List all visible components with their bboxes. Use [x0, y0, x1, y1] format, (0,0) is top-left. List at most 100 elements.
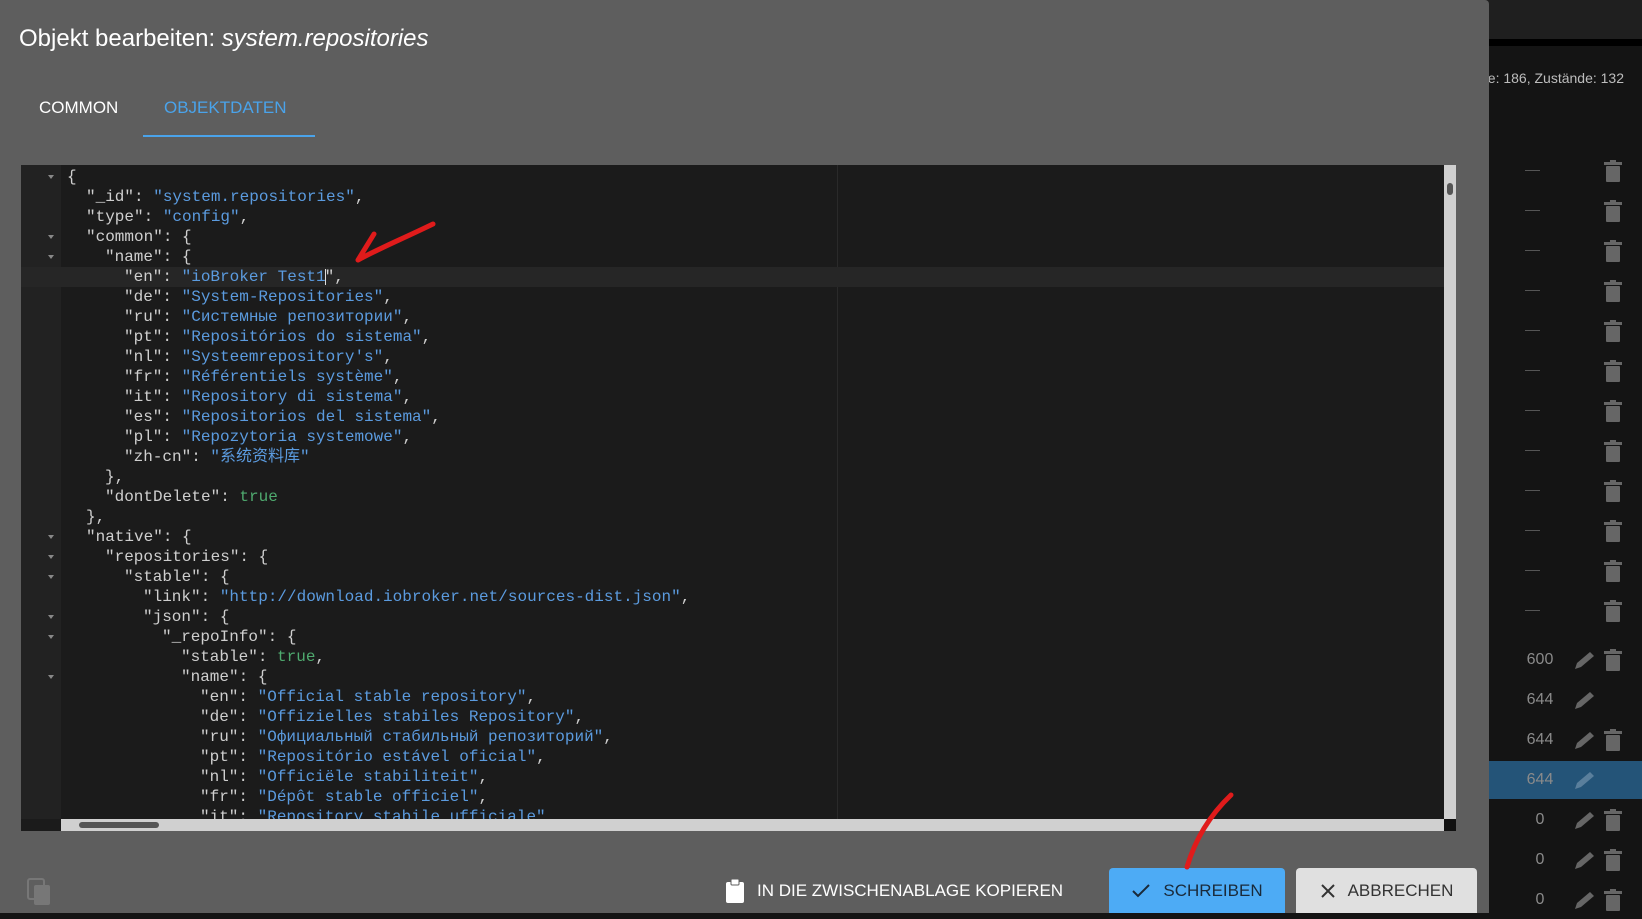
code-line[interactable]: "pt": "Repositório estável oficial", [21, 747, 1444, 767]
fold-toggle-icon[interactable] [48, 635, 54, 639]
tab-objektdaten[interactable]: OBJEKTDATEN [164, 98, 286, 118]
object-row[interactable]: 644 [1489, 761, 1642, 799]
code-line[interactable]: "es": "Repositorios del sistema", [21, 407, 1444, 427]
pencil-icon[interactable] [1573, 809, 1597, 831]
trash-icon[interactable] [1604, 280, 1622, 302]
code-line[interactable]: "zh-cn": "系统资料库" [21, 447, 1444, 467]
object-row[interactable] [1489, 312, 1642, 350]
code-line[interactable]: "stable": { [21, 567, 1444, 587]
code-text: "pt": "Repositórios do sistema", [124, 328, 432, 346]
code-line[interactable]: { [21, 167, 1444, 187]
code-line[interactable]: "dontDelete": true [21, 487, 1444, 507]
code-line[interactable]: "name": { [21, 667, 1444, 687]
fold-toggle-icon[interactable] [48, 675, 54, 679]
trash-icon[interactable] [1604, 200, 1622, 222]
horizontal-scrollbar[interactable] [61, 819, 1444, 831]
code-line[interactable]: "nl": "Officiële stabiliteit", [21, 767, 1444, 787]
tab-common[interactable]: COMMON [39, 98, 118, 118]
object-row[interactable] [1489, 592, 1642, 630]
trash-icon[interactable] [1604, 320, 1622, 342]
trash-icon[interactable] [1604, 360, 1622, 382]
trash-icon[interactable] [1604, 560, 1622, 582]
json-value: "config" [162, 208, 240, 226]
fold-toggle-icon[interactable] [48, 175, 54, 179]
code-line[interactable]: "name": { [21, 247, 1444, 267]
json-punctuation: , [431, 408, 441, 426]
trash-icon[interactable] [1604, 809, 1622, 831]
fold-toggle-icon[interactable] [48, 575, 54, 579]
code-line[interactable]: "it": "Repository stabile ufficiale", [21, 807, 1444, 819]
object-row[interactable] [1489, 392, 1642, 430]
trash-icon[interactable] [1604, 849, 1622, 871]
trash-icon[interactable] [1604, 400, 1622, 422]
trash-icon[interactable] [1604, 889, 1622, 911]
code-line[interactable]: "repositories": { [21, 547, 1444, 567]
object-row[interactable] [1489, 472, 1642, 510]
object-row[interactable]: 644 [1489, 681, 1642, 719]
object-row[interactable]: 600 [1489, 641, 1642, 679]
object-row[interactable]: 0 [1489, 841, 1642, 879]
code-line[interactable]: "json": { [21, 607, 1444, 627]
code-line[interactable]: "ru": "Системные репозитории", [21, 307, 1444, 327]
copy-to-clipboard-button[interactable]: IN DIE ZWISCHENABLAGE KOPIEREN [725, 876, 1063, 906]
code-line[interactable]: "nl": "Systeemrepository's", [21, 347, 1444, 367]
code-line[interactable]: "de": "Offizielles stabiles Repository", [21, 707, 1444, 727]
object-row[interactable] [1489, 352, 1642, 390]
code-line[interactable]: "_repoInfo": { [21, 627, 1444, 647]
fold-toggle-icon[interactable] [48, 555, 54, 559]
fold-toggle-icon[interactable] [48, 535, 54, 539]
code-lines[interactable]: {"_id": "system.repositories", "type": "c… [21, 167, 1444, 819]
object-row[interactable] [1489, 432, 1642, 470]
code-line[interactable]: "it": "Repository di sistema", [21, 387, 1444, 407]
code-line[interactable]: "en": "Official stable repository", [21, 687, 1444, 707]
trash-icon[interactable] [1604, 240, 1622, 262]
code-line[interactable]: "de": "System-Repositories", [21, 287, 1444, 307]
pencil-icon[interactable] [1573, 729, 1597, 751]
horizontal-scroll-thumb[interactable] [79, 822, 159, 828]
pencil-icon[interactable] [1573, 849, 1597, 871]
object-row[interactable]: 0 [1489, 881, 1642, 919]
cancel-button[interactable]: ABBRECHEN [1296, 868, 1477, 913]
object-row[interactable]: 0 [1489, 801, 1642, 839]
code-line[interactable]: "pl": "Repozytoria systemowe", [21, 427, 1444, 447]
code-line[interactable]: "pt": "Repositórios do sistema", [21, 327, 1444, 347]
pencil-icon[interactable] [1573, 769, 1597, 791]
write-button[interactable]: SCHREIBEN [1109, 868, 1285, 913]
json-editor[interactable]: {"_id": "system.repositories", "type": "c… [21, 165, 1456, 831]
trash-icon[interactable] [1604, 440, 1622, 462]
pencil-icon[interactable] [1573, 889, 1597, 911]
object-row[interactable] [1489, 272, 1642, 310]
code-line[interactable]: "stable": true, [21, 647, 1444, 667]
code-line[interactable]: }, [21, 467, 1444, 487]
trash-icon[interactable] [1604, 729, 1622, 751]
code-line[interactable]: "_id": "system.repositories", [21, 187, 1444, 207]
trash-icon[interactable] [1604, 649, 1622, 671]
code-line[interactable]: "fr": "Référentiels système", [21, 367, 1444, 387]
vertical-scroll-thumb[interactable] [1447, 183, 1453, 195]
object-row[interactable] [1489, 552, 1642, 590]
fold-toggle-icon[interactable] [48, 255, 54, 259]
fold-toggle-icon[interactable] [48, 235, 54, 239]
code-line[interactable]: "link": "http://download.iobroker.net/so… [21, 587, 1444, 607]
code-line[interactable]: "type": "config", [21, 207, 1444, 227]
code-line[interactable]: "common": { [21, 227, 1444, 247]
code-line[interactable]: "fr": "Dépôt stable officiel", [21, 787, 1444, 807]
vertical-scrollbar[interactable] [1444, 165, 1456, 819]
object-row[interactable]: 644 [1489, 721, 1642, 759]
pencil-icon[interactable] [1573, 689, 1597, 711]
object-row[interactable] [1489, 192, 1642, 230]
pencil-icon[interactable] [1573, 649, 1597, 671]
object-row[interactable] [1489, 232, 1642, 270]
trash-icon[interactable] [1604, 600, 1622, 622]
copy-icon[interactable] [26, 877, 54, 907]
code-line[interactable]: "ru": "Официальный стабильный репозитори… [21, 727, 1444, 747]
trash-icon[interactable] [1604, 520, 1622, 542]
trash-icon[interactable] [1604, 160, 1622, 182]
code-line[interactable]: "en": "ioBroker Test1", [21, 267, 1444, 287]
fold-toggle-icon[interactable] [48, 615, 54, 619]
code-line[interactable]: }, [21, 507, 1444, 527]
code-line[interactable]: "native": { [21, 527, 1444, 547]
object-row[interactable] [1489, 512, 1642, 550]
object-row[interactable] [1489, 152, 1642, 190]
trash-icon[interactable] [1604, 480, 1622, 502]
